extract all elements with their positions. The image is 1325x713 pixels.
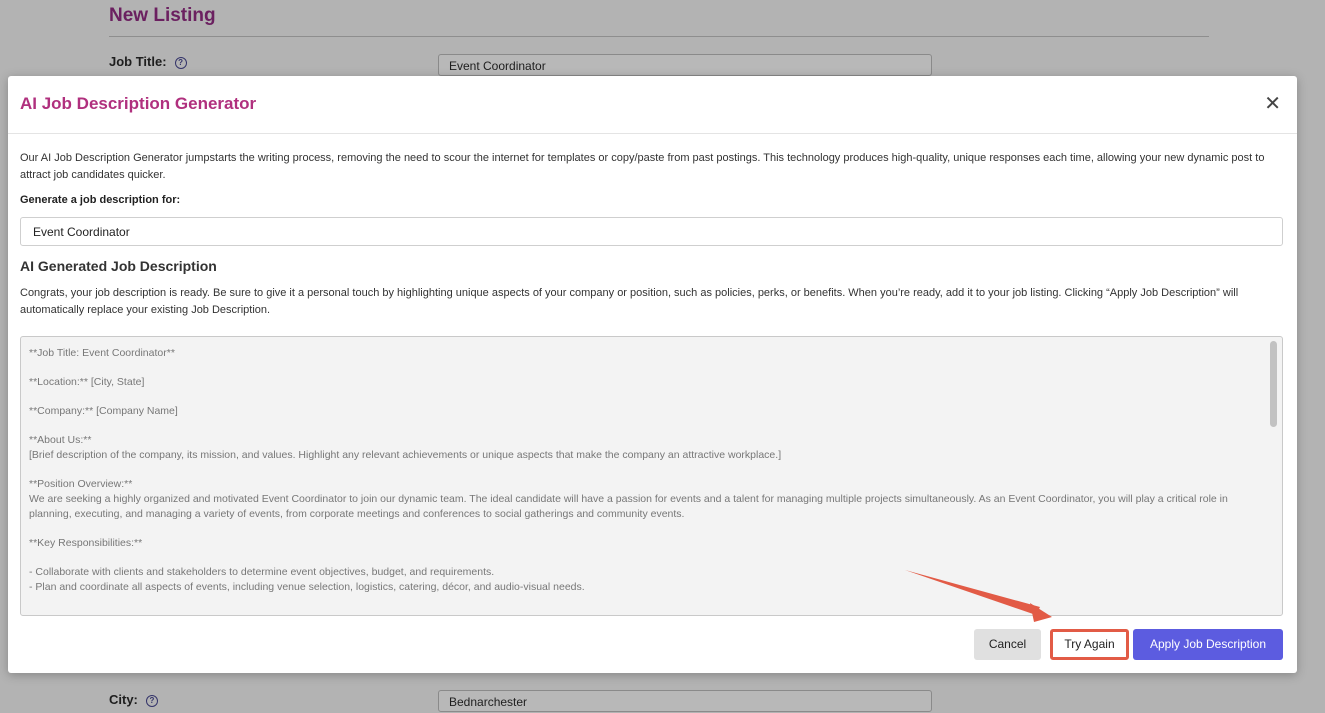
apply-job-description-button[interactable]: Apply Job Description: [1133, 629, 1283, 660]
congrats-text: Congrats, your job description is ready.…: [20, 287, 1239, 316]
cancel-button[interactable]: Cancel: [974, 629, 1041, 660]
intro-text: Our AI Job Description Generator jumpsta…: [20, 152, 1265, 181]
desc-job-title: **Job Title: Event Coordinator**: [29, 347, 175, 359]
description-content: **Job Title: Event Coordinator** **Locat…: [29, 346, 1261, 595]
desc-about-heading: **About Us:**: [29, 434, 92, 446]
scrollbar-thumb[interactable]: [1270, 341, 1277, 427]
desc-responsibilities-heading: **Key Responsibilities:**: [29, 537, 143, 549]
close-icon[interactable]: ✕: [1264, 94, 1281, 114]
divider: [109, 36, 1209, 37]
generated-section-title: AI Generated Job Description: [20, 258, 217, 274]
desc-about-text: [Brief description of the company, its m…: [29, 449, 782, 461]
desc-company: **Company:** [Company Name]: [29, 405, 178, 417]
generate-label: Generate a job description for:: [20, 194, 181, 206]
generate-for-input[interactable]: [20, 217, 1283, 246]
desc-overview-heading: **Position Overview:**: [29, 478, 133, 490]
job-title-label: Job Title:: [109, 54, 167, 69]
desc-about: **About Us:** [Brief description of the …: [29, 433, 1261, 463]
desc-location: **Location:** [City, State]: [29, 376, 145, 388]
modal-title: AI Job Description Generator: [20, 94, 257, 113]
scrollbar[interactable]: [1269, 339, 1278, 613]
try-again-button[interactable]: Try Again: [1050, 629, 1129, 660]
desc-responsibility-2: - Plan and coordinate all aspects of eve…: [29, 581, 585, 593]
desc-overview-text: We are seeking a highly organized and mo…: [29, 493, 1228, 520]
job-title-label-row: Job Title:?: [109, 54, 187, 69]
generated-description-textarea[interactable]: **Job Title: Event Coordinator** **Locat…: [20, 336, 1283, 616]
desc-responsibility-1: - Collaborate with clients and stakehold…: [29, 566, 495, 578]
ai-job-description-modal: AI Job Description Generator ✕ Our AI Jo…: [8, 76, 1297, 673]
help-icon[interactable]: ?: [174, 56, 187, 69]
page-title: New Listing: [109, 5, 216, 26]
modal-header: AI Job Description Generator ✕: [8, 76, 1297, 134]
job-title-field[interactable]: Event Coordinator: [438, 54, 932, 76]
desc-overview: **Position Overview:** We are seeking a …: [29, 477, 1261, 522]
city-field[interactable]: Bednarchester: [438, 690, 932, 712]
